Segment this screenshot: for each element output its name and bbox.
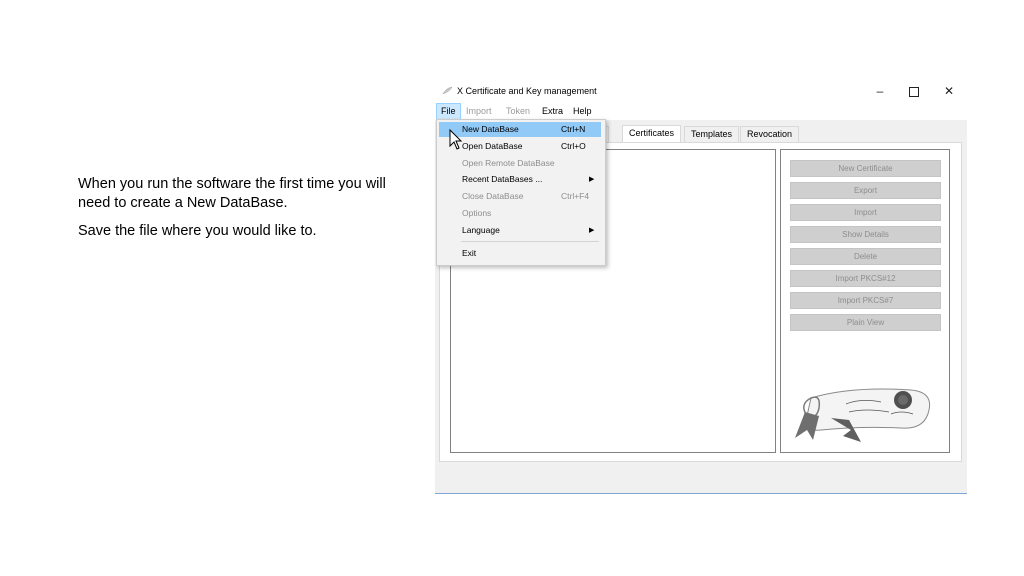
close-button[interactable]: ✕ bbox=[932, 80, 966, 103]
status-bar bbox=[435, 470, 967, 492]
menu-item-shortcut: Ctrl+N bbox=[561, 124, 586, 134]
menu-help[interactable]: Help bbox=[569, 104, 596, 119]
window-title: X Certificate and Key management bbox=[457, 86, 597, 96]
import-pkcs12-button[interactable]: Import PKCS#12 bbox=[790, 270, 941, 287]
menu-item-shortcut: Ctrl+F4 bbox=[561, 191, 590, 201]
minimize-button[interactable]: – bbox=[863, 80, 897, 103]
actions-panel: New Certificate Export Import Show Detai… bbox=[780, 149, 950, 453]
show-details-button[interactable]: Show Details bbox=[790, 226, 941, 243]
menu-item-label: Recent DataBases ... bbox=[462, 174, 543, 184]
menu-token[interactable]: Token bbox=[502, 104, 534, 119]
tab-templates[interactable]: Templates bbox=[684, 126, 740, 143]
menu-item-label: Exit bbox=[462, 248, 477, 258]
plain-view-button[interactable]: Plain View bbox=[790, 314, 941, 331]
menu-item-label: Open DataBase bbox=[462, 141, 523, 151]
mouse-pointer-icon bbox=[449, 129, 463, 150]
menu-separator bbox=[461, 241, 599, 242]
menu-extra[interactable]: Extra bbox=[538, 104, 567, 119]
menu-item-exit[interactable]: Exit bbox=[439, 246, 601, 261]
import-button[interactable]: Import bbox=[790, 204, 941, 221]
maximize-button[interactable] bbox=[897, 80, 931, 103]
delete-button[interactable]: Delete bbox=[790, 248, 941, 265]
menu-item-language[interactable]: Language ▶ bbox=[439, 223, 601, 238]
menu-item-recent-databases[interactable]: Recent DataBases ... ▶ bbox=[439, 172, 601, 187]
title-bar: X Certificate and Key management – ✕ bbox=[435, 80, 967, 103]
slide-text-block: When you run the software the first time… bbox=[78, 175, 408, 250]
menu-item-label: New DataBase bbox=[462, 124, 519, 134]
menu-item-close-database[interactable]: Close DataBase Ctrl+F4 bbox=[439, 189, 601, 204]
maximize-icon bbox=[909, 86, 919, 97]
minimize-icon: – bbox=[876, 84, 884, 98]
certificate-scroll-logo bbox=[795, 388, 931, 442]
menu-item-new-database[interactable]: New DataBase Ctrl+N bbox=[439, 122, 601, 137]
menu-item-label: Options bbox=[462, 208, 492, 218]
new-certificate-button[interactable]: New Certificate bbox=[790, 160, 941, 177]
menu-item-label: Open Remote DataBase bbox=[462, 158, 555, 168]
menu-item-shortcut: Ctrl+O bbox=[561, 141, 586, 151]
slide-paragraph-2: Save the file where you would like to. bbox=[78, 223, 317, 239]
menu-item-open-database[interactable]: Open DataBase Ctrl+O bbox=[439, 139, 601, 154]
menu-item-options[interactable]: Options bbox=[439, 206, 601, 221]
menu-item-open-remote-database[interactable]: Open Remote DataBase bbox=[439, 156, 601, 171]
export-button[interactable]: Export bbox=[790, 182, 941, 199]
menu-item-label: Language bbox=[462, 225, 500, 235]
menu-file[interactable]: File bbox=[436, 103, 461, 120]
menu-bar: File Import Token Extra Help bbox=[435, 103, 967, 120]
menu-import[interactable]: Import bbox=[462, 104, 496, 119]
submenu-arrow-icon: ▶ bbox=[589, 227, 595, 234]
tab-revocation-lists[interactable]: Revocation lists bbox=[740, 126, 800, 154]
menu-item-label: Close DataBase bbox=[462, 191, 524, 201]
app-feather-icon bbox=[442, 86, 453, 95]
import-pkcs7-button[interactable]: Import PKCS#7 bbox=[790, 292, 941, 309]
close-icon: ✕ bbox=[943, 84, 955, 98]
slide-paragraph-1: When you run the software the first time… bbox=[78, 176, 386, 211]
submenu-arrow-icon: ▶ bbox=[589, 176, 595, 183]
